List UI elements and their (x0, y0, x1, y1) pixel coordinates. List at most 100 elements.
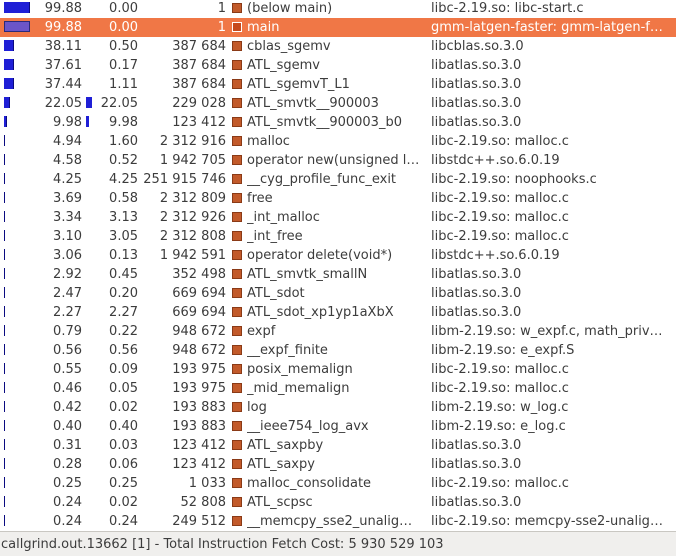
inclusive-cost-bar-cell (4, 246, 30, 265)
function-row[interactable]: 37.44 1.11 387 684 ATL_sgemvT_L1 libatlas.so… (0, 75, 676, 94)
inclusive-cost-bar-cell (4, 75, 30, 94)
function-square-icon (232, 136, 242, 146)
function-row[interactable]: 2.92 0.45 352 498 ATL_smvtk_smallN libatlas.… (0, 265, 676, 284)
inclusive-cost-bar (4, 116, 7, 127)
function-row[interactable]: 3.10 3.05 2 312 808 _int_free libc-2.19.so: … (0, 227, 676, 246)
self-cost: 0.50 (109, 39, 138, 54)
call-count: 387 684 (172, 77, 226, 92)
function-name: ATL_saxpby (247, 438, 324, 453)
inclusive-cost: 3.10 (53, 229, 82, 244)
function-row[interactable]: 22.05 22.05 229 028 ATL_smvtk__900003 libatl… (0, 94, 676, 113)
function-name: ATL_sdot_xp1yp1aXbX (247, 305, 394, 320)
function-row[interactable]: 37.61 0.17 387 684 ATL_sgemv libatlas.so.3.0 (0, 56, 676, 75)
function-name: _int_free (247, 229, 303, 244)
function-square-icon (232, 212, 242, 222)
function-location: libatlas.so.3.0 (431, 115, 522, 130)
inclusive-cost-bar-cell (4, 170, 30, 189)
call-count: 123 412 (172, 457, 226, 472)
function-square-icon (232, 193, 242, 203)
function-row[interactable]: 0.40 0.40 193 883 __ieee754_log_avx libm-2.1… (0, 417, 676, 436)
function-location: gmm-latgen-faster: gmm-latgen-f… (431, 20, 663, 35)
function-name: __expf_finite (247, 343, 328, 358)
inclusive-cost-bar (4, 78, 14, 89)
function-location: libc-2.19.so: memcpy-sse2-unalign… (431, 514, 671, 529)
function-square-icon (232, 41, 242, 51)
inclusive-cost-bar (4, 325, 5, 336)
self-cost: 0.13 (109, 248, 138, 263)
function-location: libatlas.so.3.0 (431, 58, 522, 73)
call-count: 948 672 (172, 343, 226, 358)
function-row[interactable]: 99.88 0.00 1 (below main) libc-2.19.so: libc… (0, 0, 676, 18)
function-row[interactable]: 4.94 1.60 2 312 916 malloc libc-2.19.so: mal… (0, 132, 676, 151)
function-row[interactable]: 2.47 0.20 669 694 ATL_sdot libatlas.so.3.0 (0, 284, 676, 303)
inclusive-cost-bar (4, 496, 5, 507)
function-row[interactable]: 4.58 0.52 1 942 705 operator new(unsigned l… (0, 151, 676, 170)
function-square-icon (232, 497, 242, 507)
function-row[interactable]: 0.31 0.03 123 412 ATL_saxpby libatlas.so.3.0 (0, 436, 676, 455)
self-cost: 0.00 (109, 20, 138, 35)
inclusive-cost: 0.24 (53, 495, 82, 510)
function-row[interactable]: 0.79 0.22 948 672 expf libm-2.19.so: w_expf.… (0, 322, 676, 341)
function-square-icon (232, 288, 242, 298)
self-cost: 3.13 (109, 210, 138, 225)
self-cost: 0.52 (109, 153, 138, 168)
call-count: 352 498 (172, 267, 226, 282)
function-row[interactable]: 0.42 0.02 193 883 log libm-2.19.so: w_log.c (0, 398, 676, 417)
self-cost: 0.20 (109, 286, 138, 301)
function-square-icon (232, 79, 242, 89)
function-row[interactable]: 3.06 0.13 1 942 591 operator delete(void*) l… (0, 246, 676, 265)
function-row[interactable]: 3.69 0.58 2 312 809 free libc-2.19.so: mallo… (0, 189, 676, 208)
function-row[interactable]: 0.56 0.56 948 672 __expf_finite libm-2.19.so… (0, 341, 676, 360)
function-row[interactable]: 0.25 0.25 1 033 malloc_consolidate libc-2.19… (0, 474, 676, 493)
self-cost: 0.02 (109, 495, 138, 510)
inclusive-cost-bar (4, 2, 30, 13)
function-row[interactable]: 2.27 2.27 669 694 ATL_sdot_xp1yp1aXbX libatl… (0, 303, 676, 322)
function-row[interactable]: 9.98 9.98 123 412 ATL_smvtk__900003_b0 libat… (0, 113, 676, 132)
function-list[interactable]: 99.88 0.00 1 (below main) libc-2.19.so: libc… (0, 0, 676, 531)
function-location: libatlas.so.3.0 (431, 286, 522, 301)
inclusive-cost: 2.27 (53, 305, 82, 320)
function-row[interactable]: 38.11 0.50 387 684 cblas_sgemv libcblas.so.3… (0, 37, 676, 56)
function-name: __memcpy_sse2_unalig… (247, 514, 413, 529)
function-name: ATL_smvtk_smallN (247, 267, 368, 282)
call-count: 123 412 (172, 438, 226, 453)
status-bar: callgrind.out.13662 [1] - Total Instruct… (0, 531, 676, 556)
inclusive-cost-bar (4, 287, 5, 298)
function-location: libatlas.so.3.0 (431, 457, 522, 472)
inclusive-cost-bar (4, 344, 5, 355)
function-row[interactable]: 0.55 0.09 193 975 posix_memalign libc-2.19.s… (0, 360, 676, 379)
inclusive-cost-bar-cell (4, 0, 30, 18)
function-name: ATL_smvtk__900003_b0 (247, 115, 402, 130)
function-square-icon (232, 250, 242, 260)
inclusive-cost-bar-cell (4, 284, 30, 303)
function-location: libatlas.so.3.0 (431, 305, 522, 320)
function-row[interactable]: 0.24 0.24 249 512 __memcpy_sse2_unalig… libc… (0, 512, 676, 531)
inclusive-cost: 22.05 (44, 96, 82, 111)
inclusive-cost-bar (4, 173, 5, 184)
function-name: free (247, 191, 273, 206)
function-row[interactable]: 0.28 0.06 123 412 ATL_saxpy libatlas.so.3.0 (0, 455, 676, 474)
function-name: posix_memalign (247, 362, 353, 377)
function-row[interactable]: 0.24 0.02 52 808 ATL_scpsc libatlas.so.3.0 (0, 493, 676, 512)
function-square-icon (232, 60, 242, 70)
function-location: libatlas.so.3.0 (431, 495, 522, 510)
function-name: log (247, 400, 267, 415)
function-square-icon (232, 269, 242, 279)
function-row[interactable]: 4.25 4.25 251 915 746 __cyg_profile_func_ex… (0, 170, 676, 189)
inclusive-cost-bar-cell (4, 455, 30, 474)
inclusive-cost-bar-cell (4, 493, 30, 512)
call-count: 52 808 (180, 495, 227, 510)
function-name: ATL_sgemv (247, 58, 320, 73)
inclusive-cost: 4.25 (53, 172, 82, 187)
inclusive-cost-bar (4, 515, 5, 526)
function-square-icon (232, 98, 242, 108)
function-row[interactable]: 3.34 3.13 2 312 926 _int_malloc libc-2.19.so… (0, 208, 676, 227)
inclusive-cost-bar (4, 21, 30, 32)
inclusive-cost: 0.79 (53, 324, 82, 339)
function-row[interactable]: 0.46 0.05 193 975 _mid_memalign libc-2.19.so… (0, 379, 676, 398)
self-cost: 1.11 (109, 77, 138, 92)
inclusive-cost-bar (4, 439, 5, 450)
inclusive-cost-bar-cell (4, 132, 30, 151)
function-row[interactable]: 99.88 0.00 1 main gmm-latgen-faster: gmm-lat… (0, 18, 676, 37)
self-cost: 0.03 (109, 438, 138, 453)
